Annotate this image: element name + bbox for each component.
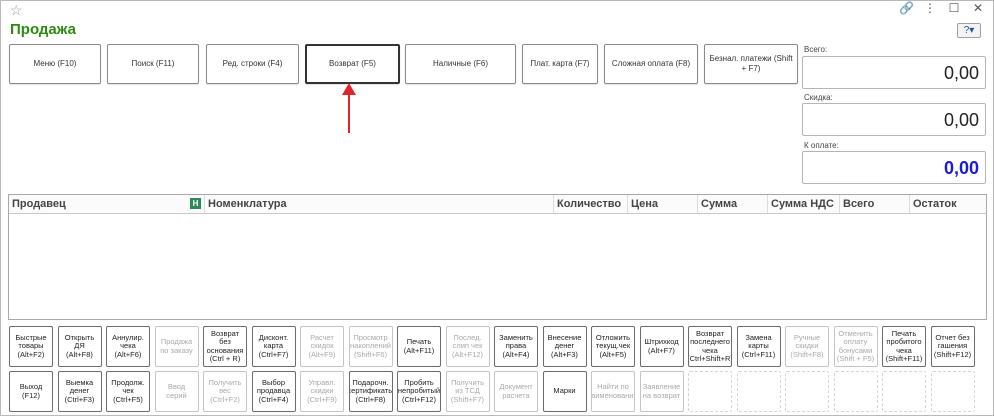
row1-key-2[interactable]: Аннулир. чека (Alt+F6)	[106, 326, 150, 367]
cashless-payments-button[interactable]: Безнал. платежи (Shift + F7)	[704, 44, 798, 84]
col-sum[interactable]: Сумма	[698, 195, 768, 213]
row2-key-3: Ввод серий	[154, 371, 199, 412]
col-nomenclature[interactable]: Номенклатура	[205, 195, 554, 213]
row1-key-19[interactable]: Отчет без гашения (Shift+F12)	[930, 326, 975, 367]
nomenclature-type-icon: Н	[190, 198, 201, 209]
star-icon[interactable]: ☆	[10, 2, 23, 19]
row1-key-11[interactable]: Внесение денег (Alt+F3)	[542, 326, 587, 367]
row1-key-18[interactable]: Печать пробитого чека (Shift+F11)	[882, 326, 926, 367]
row1-key-0[interactable]: Быстрые товары (Alt+F2)	[9, 326, 53, 367]
maximize-icon[interactable]: ☐	[947, 1, 961, 15]
row1-key-3: Продажа по заказу	[154, 326, 199, 367]
row1-key-15[interactable]: Замена карты (Ctrl+F11)	[736, 326, 781, 367]
row1-key-8[interactable]: Печать (Alt+F11)	[397, 326, 441, 367]
row1-key-13[interactable]: Штрихкод (Alt+F7)	[639, 326, 684, 367]
window-controls: 🔗 ⋮ ☐ ✕	[899, 1, 985, 15]
menu-button[interactable]: Меню (F10)	[9, 44, 101, 84]
row2-empty-slot	[930, 371, 975, 412]
complex-payment-button[interactable]: Сложная оплата (F8)	[604, 44, 698, 84]
search-button[interactable]: Поиск (F11)	[107, 44, 199, 84]
row2-key-12: Найти по наименованию	[591, 371, 635, 412]
table-header: Продавец Н Номенклатура Количество Цена …	[9, 195, 986, 214]
row1-key-7: Просмотр накоплений (Shift+F6)	[348, 326, 393, 367]
more-icon[interactable]: ⋮	[923, 1, 937, 15]
row1-key-5[interactable]: Дисконт. карта (Ctrl+F7)	[251, 326, 296, 367]
link-icon[interactable]: 🔗	[899, 1, 914, 15]
row1-key-14[interactable]: Возврат последнего чека (Ctrl+Shift+R)	[688, 326, 732, 367]
row1-key-17: Отменить оплату бонусами (Shift + F5)	[833, 326, 878, 367]
row2-key-8[interactable]: Пробить непробитый (Ctrl+F12)	[397, 371, 441, 412]
row2-key-10: Документ расчета	[494, 371, 538, 412]
total-label: Всего:	[804, 45, 828, 54]
row1-key-12[interactable]: Отложить текущ.чек (Alt+F5)	[591, 326, 635, 367]
row2-empty-slot	[785, 371, 829, 412]
row2-key-7[interactable]: Подарочн. сертификаты (Ctrl+F8)	[348, 371, 393, 412]
card-payment-button[interactable]: Плат. карта (F7)	[522, 44, 598, 84]
col-total[interactable]: Всего	[840, 195, 910, 213]
help-button[interactable]: ?▾	[957, 23, 981, 38]
row1-key-9: Послед. слип чек (Alt+F12)	[445, 326, 490, 367]
close-icon[interactable]: ✕	[971, 1, 985, 15]
col-price[interactable]: Цена	[628, 195, 698, 213]
col-vat-sum[interactable]: Сумма НДС	[768, 195, 840, 213]
col-seller[interactable]: Продавец	[9, 195, 205, 213]
row2-key-0[interactable]: Выход (F12)	[9, 371, 53, 412]
discount-value: 0,00	[802, 103, 986, 136]
row1-key-6: Расчет скидок (Alt+F9)	[300, 326, 344, 367]
sales-window: ☆ 🔗 ⋮ ☐ ✕ Продажа ?▾ Меню (F10) Поиск (F…	[0, 0, 994, 416]
row2-key-6: Управл. скидки (Ctrl+F9)	[300, 371, 344, 412]
row1-key-1[interactable]: Открыть ДЯ (Alt+F8)	[57, 326, 102, 367]
row2-key-4: Получить вес (Ctrl+F2)	[203, 371, 247, 412]
row2-key-5[interactable]: Выбор продавца (Ctrl+F4)	[251, 371, 296, 412]
row2-key-1[interactable]: Выемка денег (Ctrl+F3)	[57, 371, 102, 412]
row2-empty-slot	[736, 371, 781, 412]
col-remainder[interactable]: Остаток	[910, 195, 986, 213]
window-toolbar: ☆ 🔗 ⋮ ☐ ✕	[1, 1, 993, 19]
page-title: Продажа	[10, 21, 76, 38]
row2-empty-slot	[833, 371, 878, 412]
row2-key-2[interactable]: Продолж. чек (Ctrl+F5)	[106, 371, 150, 412]
edit-row-button[interactable]: Ред. строки (F4)	[206, 44, 299, 84]
col-quantity[interactable]: Количество	[554, 195, 628, 213]
row1-key-10[interactable]: Заменить права (Alt+F4)	[494, 326, 538, 367]
items-table[interactable]: Продавец Н Номенклатура Количество Цена …	[8, 194, 987, 320]
discount-label: Скидка:	[804, 93, 833, 102]
pay-label: К оплате:	[804, 141, 839, 150]
row1-key-16: Ручные скидки (Shift+F8)	[785, 326, 829, 367]
arrow-up-icon	[342, 83, 356, 133]
return-button[interactable]: Возврат (F5)	[305, 44, 400, 84]
row2-empty-slot	[882, 371, 926, 412]
help-label: ?	[963, 25, 970, 36]
row1-key-4[interactable]: Возврат без основания (Ctrl + R)	[203, 326, 247, 367]
row2-key-11[interactable]: Марки	[542, 371, 587, 412]
total-value: 0,00	[802, 56, 986, 89]
cash-button[interactable]: Наличные (F6)	[405, 44, 516, 84]
row2-empty-slot	[688, 371, 732, 412]
row2-key-9: Получить из ТСД (Shift+F7)	[445, 371, 490, 412]
pay-value: 0,00	[802, 151, 986, 184]
row2-key-13: Заявление на возврат	[639, 371, 684, 412]
